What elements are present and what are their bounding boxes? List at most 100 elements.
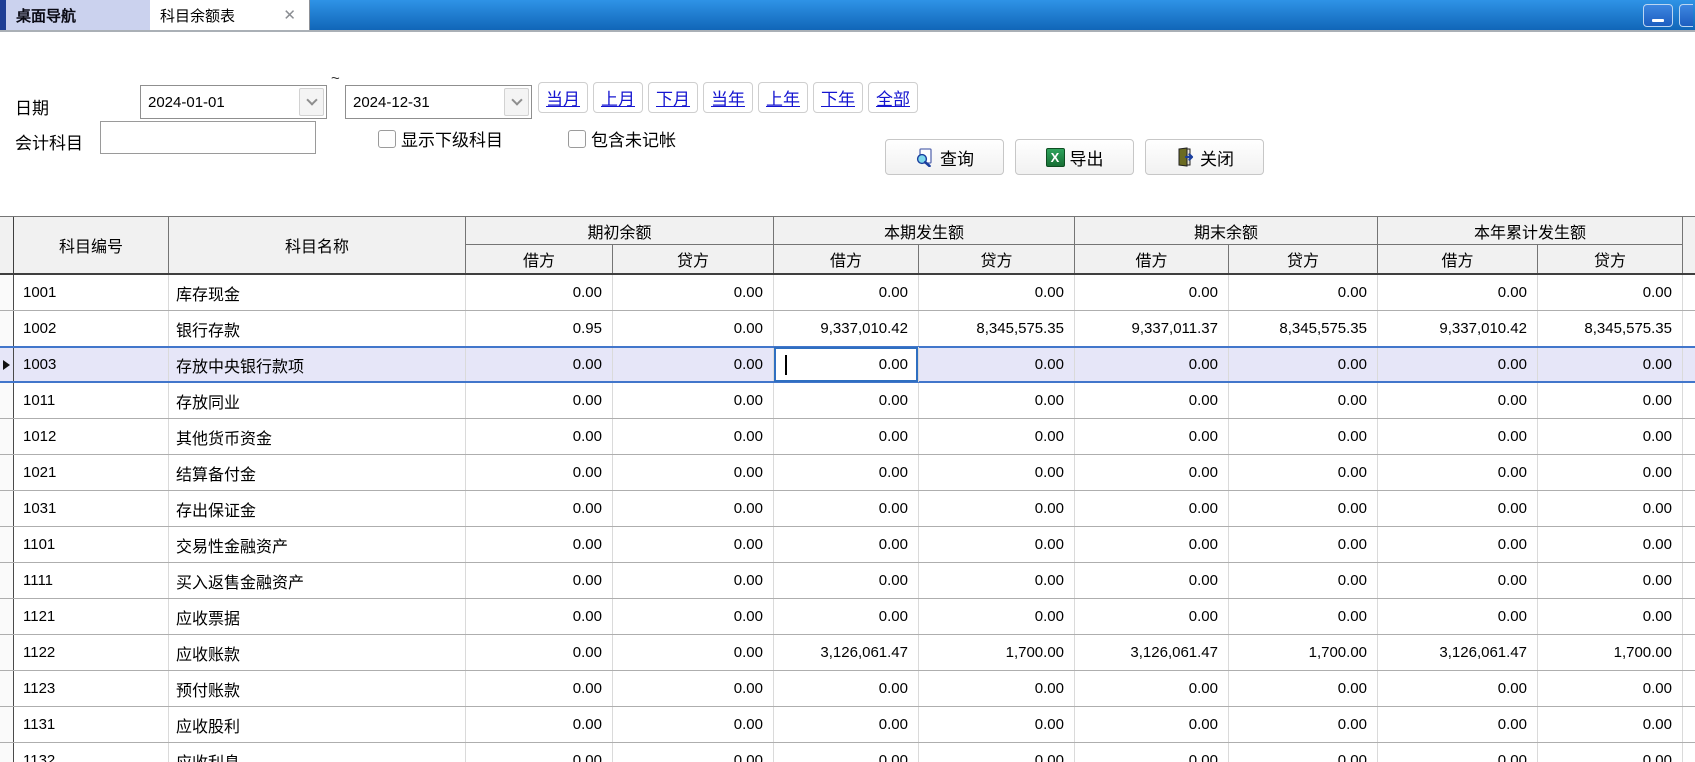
table-row[interactable]: 1101交易性金融资产0.000.000.000.000.000.000.000…: [0, 527, 1695, 563]
amount-cell[interactable]: 0.00: [466, 671, 613, 706]
amount-cell[interactable]: 0.00: [466, 419, 613, 454]
minimize-button[interactable]: [1643, 4, 1673, 27]
amount-cell[interactable]: 0.00: [613, 455, 774, 490]
amount-cell[interactable]: 0.00: [1229, 491, 1378, 526]
amount-cell[interactable]: 0.00: [919, 347, 1075, 382]
amount-cell[interactable]: 0.00: [1378, 671, 1538, 706]
account-code-cell[interactable]: 1123: [14, 671, 169, 706]
amount-cell[interactable]: 0.00: [466, 707, 613, 742]
table-row[interactable]: 1132应收利息0.000.000.000.000.000.000.000.00: [0, 743, 1695, 762]
amount-cell[interactable]: 0.00: [466, 635, 613, 670]
range-next-month-button[interactable]: 下月: [648, 82, 698, 113]
amount-cell[interactable]: 0.00: [919, 671, 1075, 706]
amount-cell[interactable]: 0.00: [1538, 599, 1683, 634]
amount-cell[interactable]: 0.00: [774, 455, 919, 490]
amount-cell[interactable]: 8,345,575.35: [1538, 311, 1683, 346]
range-current-month-button[interactable]: 当月: [538, 82, 588, 113]
account-input[interactable]: [100, 121, 316, 154]
account-code-cell[interactable]: 1131: [14, 707, 169, 742]
amount-cell[interactable]: 0.00: [466, 455, 613, 490]
amount-cell[interactable]: 0.00: [774, 743, 919, 762]
amount-cell[interactable]: 0.00: [613, 635, 774, 670]
amount-cell[interactable]: 0.00: [774, 599, 919, 634]
amount-cell[interactable]: 0.00: [466, 491, 613, 526]
amount-cell[interactable]: 0.00: [919, 455, 1075, 490]
amount-cell[interactable]: 0.00: [1075, 491, 1229, 526]
amount-cell[interactable]: 0.00: [919, 419, 1075, 454]
amount-cell[interactable]: 0.00: [774, 527, 919, 562]
amount-cell[interactable]: 0.00: [919, 527, 1075, 562]
account-name-cell[interactable]: 应收票据: [169, 599, 466, 634]
account-name-cell[interactable]: 预付账款: [169, 671, 466, 706]
amount-cell[interactable]: 0.00: [466, 563, 613, 598]
table-row[interactable]: 1021结算备付金0.000.000.000.000.000.000.000.0…: [0, 455, 1695, 491]
amount-cell[interactable]: 0.00: [1538, 671, 1683, 706]
amount-cell[interactable]: 0.00: [774, 491, 919, 526]
account-code-cell[interactable]: 1121: [14, 599, 169, 634]
amount-cell[interactable]: 0.00: [466, 599, 613, 634]
account-name-cell[interactable]: 存放中央银行款项: [169, 347, 466, 382]
amount-cell-editing[interactable]: 0.00: [774, 347, 919, 382]
amount-cell[interactable]: 0.00: [1378, 491, 1538, 526]
amount-cell[interactable]: 0.00: [1378, 275, 1538, 310]
amount-cell[interactable]: 0.00: [1075, 563, 1229, 598]
account-name-cell[interactable]: 应收账款: [169, 635, 466, 670]
account-name-cell[interactable]: 买入返售金融资产: [169, 563, 466, 598]
amount-cell[interactable]: 9,337,011.37: [1075, 311, 1229, 346]
tab-close-icon[interactable]: ✕: [280, 7, 299, 24]
amount-cell[interactable]: 8,345,575.35: [919, 311, 1075, 346]
account-name-cell[interactable]: 存放同业: [169, 383, 466, 418]
account-code-cell[interactable]: 1003: [14, 347, 169, 382]
account-code-cell[interactable]: 1111: [14, 563, 169, 598]
account-name-cell[interactable]: 结算备付金: [169, 455, 466, 490]
date-from-select[interactable]: 2024-01-01: [140, 85, 327, 119]
amount-cell[interactable]: 0.00: [1538, 383, 1683, 418]
table-row[interactable]: 1002银行存款0.950.009,337,010.428,345,575.35…: [0, 311, 1695, 347]
amount-cell[interactable]: 0.00: [466, 527, 613, 562]
amount-cell[interactable]: 0.00: [919, 383, 1075, 418]
include-unposted-checkbox[interactable]: [568, 130, 586, 148]
amount-cell[interactable]: 0.00: [919, 599, 1075, 634]
amount-cell[interactable]: 9,337,010.42: [774, 311, 919, 346]
show-sub-accounts-checkbox[interactable]: [378, 130, 396, 148]
range-next-year-button[interactable]: 下年: [813, 82, 863, 113]
tab-balance-sheet[interactable]: 科目余额表 ✕: [150, 0, 310, 30]
account-name-cell[interactable]: 交易性金融资产: [169, 527, 466, 562]
amount-cell[interactable]: 0.00: [1229, 419, 1378, 454]
amount-cell[interactable]: 0.00: [919, 275, 1075, 310]
amount-cell[interactable]: 0.00: [613, 707, 774, 742]
account-code-cell[interactable]: 1122: [14, 635, 169, 670]
amount-cell[interactable]: 3,126,061.47: [1378, 635, 1538, 670]
export-button[interactable]: X 导出: [1015, 139, 1134, 175]
range-prev-year-button[interactable]: 上年: [758, 82, 808, 113]
include-unposted-option[interactable]: 包含未记帐: [568, 126, 676, 151]
account-code-cell[interactable]: 1011: [14, 383, 169, 418]
amount-cell[interactable]: 0.00: [1229, 383, 1378, 418]
amount-cell[interactable]: 0.00: [1378, 563, 1538, 598]
amount-cell[interactable]: 0.00: [774, 671, 919, 706]
show-sub-accounts-option[interactable]: 显示下级科目: [378, 126, 503, 151]
account-name-cell[interactable]: 应收利息: [169, 743, 466, 762]
range-current-year-button[interactable]: 当年: [703, 82, 753, 113]
amount-cell[interactable]: 0.00: [1378, 383, 1538, 418]
amount-cell[interactable]: 0.00: [466, 743, 613, 762]
table-row[interactable]: 1123预付账款0.000.000.000.000.000.000.000.00: [0, 671, 1695, 707]
date-to-select[interactable]: 2024-12-31: [345, 85, 532, 119]
amount-cell[interactable]: 0.00: [1538, 707, 1683, 742]
amount-cell[interactable]: 0.00: [1075, 455, 1229, 490]
amount-cell[interactable]: 0.00: [1229, 707, 1378, 742]
amount-cell[interactable]: 0.00: [466, 275, 613, 310]
query-button[interactable]: 查询: [885, 139, 1004, 175]
amount-cell[interactable]: 0.00: [774, 275, 919, 310]
amount-cell[interactable]: 0.00: [613, 275, 774, 310]
account-code-cell[interactable]: 1002: [14, 311, 169, 346]
amount-cell[interactable]: 0.00: [1538, 491, 1683, 526]
amount-cell[interactable]: 0.00: [1075, 671, 1229, 706]
amount-cell[interactable]: 0.00: [1538, 527, 1683, 562]
amount-cell[interactable]: 0.00: [613, 743, 774, 762]
amount-cell[interactable]: 0.00: [613, 527, 774, 562]
amount-cell[interactable]: 0.00: [1075, 707, 1229, 742]
amount-cell[interactable]: 0.00: [1538, 347, 1683, 382]
amount-cell[interactable]: 0.00: [1378, 599, 1538, 634]
amount-cell[interactable]: 0.00: [1378, 707, 1538, 742]
